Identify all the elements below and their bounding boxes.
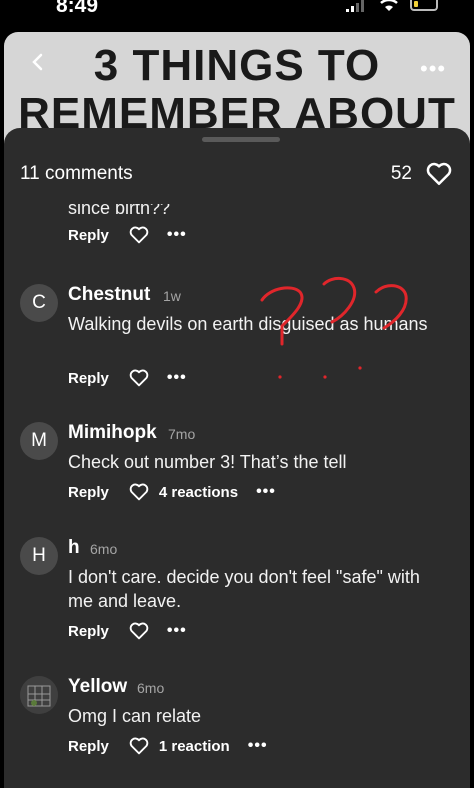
comment-time: 1w — [163, 288, 181, 304]
status-bar: 8:49 — [0, 0, 474, 22]
status-time: 8:49 — [56, 0, 99, 17]
comment-time: 6mo — [137, 680, 165, 696]
comment-actions: Reply ••• — [68, 620, 187, 642]
signal-icon — [346, 0, 364, 12]
comment-more-icon[interactable]: ••• — [248, 737, 268, 755]
heart-icon[interactable] — [426, 162, 452, 186]
comment-author[interactable]: h — [68, 537, 80, 559]
comment-more-icon[interactable]: ••• — [167, 622, 187, 640]
like-comment-icon[interactable] — [129, 226, 149, 244]
reactions-count[interactable]: 1 reaction — [159, 738, 230, 755]
reply-button[interactable]: Reply — [68, 623, 109, 640]
like-comment-icon[interactable] — [129, 622, 149, 640]
comment-time: 6mo — [90, 541, 118, 557]
avatar[interactable]: C — [20, 284, 58, 322]
like-comment-icon[interactable] — [129, 369, 149, 387]
comment-author[interactable]: Chestnut — [68, 284, 150, 306]
article-title-line-1: 3 THINGS TO — [93, 41, 381, 90]
comment-author[interactable]: Mimihopk — [68, 422, 157, 444]
reply-button[interactable]: Reply — [68, 227, 109, 244]
comment-more-icon[interactable]: ••• — [167, 226, 187, 244]
comment-text: Check out number 3! That’s the tell — [68, 452, 347, 472]
comment-more-icon[interactable]: ••• — [167, 369, 187, 387]
comment-more-icon[interactable]: ••• — [256, 483, 276, 501]
comment-text: I don't care. decide you don't feel "saf… — [68, 567, 420, 611]
comments-list: since birth?? Reply ••• C Chestnut 1w Wa… — [4, 204, 470, 788]
like-comment-icon[interactable] — [129, 737, 149, 755]
sheet-grab-handle[interactable] — [202, 137, 280, 142]
comments-count: 11 comments — [20, 163, 133, 184]
comment-actions: Reply ••• — [68, 367, 187, 389]
comment-actions: Reply 1 reaction ••• — [68, 735, 268, 757]
like-count: 52 — [390, 163, 412, 184]
article-title: 3 THINGS TO REMEMBER ABOUT — [0, 42, 474, 138]
comment-text: Omg I can relate — [68, 706, 202, 726]
comment-author[interactable]: Yellow — [68, 676, 127, 698]
avatar[interactable]: H — [20, 537, 58, 575]
reply-button[interactable]: Reply — [68, 484, 109, 501]
comment-actions: Reply ••• — [68, 224, 187, 246]
avatar[interactable]: M — [20, 422, 58, 460]
comment-text: Walking devils on earth disguised as hum… — [68, 314, 428, 334]
comment-text: since birth?? — [68, 204, 171, 218]
battery-icon — [410, 0, 438, 11]
reactions-count[interactable]: 4 reactions — [159, 484, 238, 501]
reply-button[interactable]: Reply — [68, 738, 109, 755]
like-comment-icon[interactable] — [129, 483, 149, 501]
comments-sheet: 11 comments 52 since birth?? Reply ••• C… — [4, 128, 470, 788]
reply-button[interactable]: Reply — [68, 370, 109, 387]
wifi-icon — [380, 0, 398, 11]
avatar[interactable] — [20, 676, 58, 714]
sheet-header: 11 comments 52 — [4, 160, 470, 204]
comment-time: 7mo — [168, 426, 196, 442]
comment-actions: Reply 4 reactions ••• — [68, 481, 276, 503]
